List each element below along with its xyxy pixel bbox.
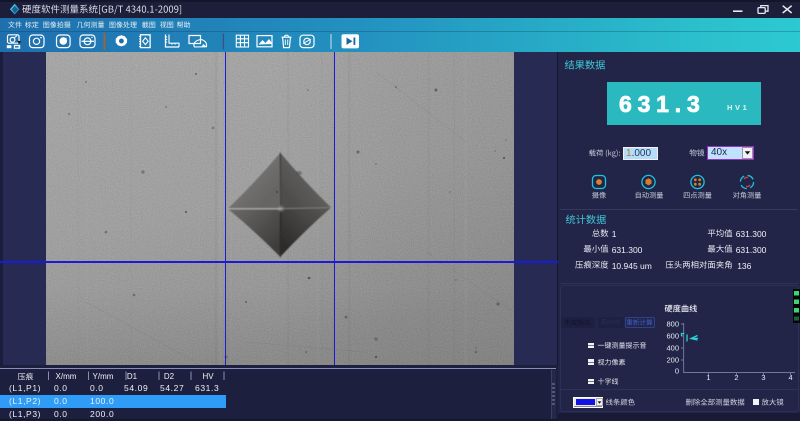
svg-text:400: 400 bbox=[666, 344, 679, 353]
svg-text:(L1,P2): (L1,P2) bbox=[9, 396, 41, 406]
svg-text:4: 4 bbox=[789, 373, 793, 382]
svg-text:D2: D2 bbox=[164, 372, 175, 381]
svg-text:X/mm: X/mm bbox=[56, 372, 77, 381]
svg-text:600: 600 bbox=[666, 332, 679, 341]
svg-text:631.3: 631.3 bbox=[195, 383, 219, 393]
svg-text:200: 200 bbox=[666, 356, 679, 365]
svg-text:(L1,P3): (L1,P3) bbox=[9, 409, 41, 419]
svg-text:0.0: 0.0 bbox=[54, 383, 68, 393]
svg-text:54.27: 54.27 bbox=[160, 383, 184, 393]
svg-text:0: 0 bbox=[675, 367, 679, 376]
svg-text:100.0: 100.0 bbox=[90, 396, 114, 406]
svg-text:D1: D1 bbox=[127, 372, 138, 381]
svg-text:200.0: 200.0 bbox=[90, 409, 114, 419]
svg-text:0.0: 0.0 bbox=[90, 383, 104, 393]
svg-text:2: 2 bbox=[734, 373, 738, 382]
svg-text:0.0: 0.0 bbox=[54, 396, 68, 406]
svg-text:Y/mm: Y/mm bbox=[93, 372, 114, 381]
svg-text:(L1,P1): (L1,P1) bbox=[9, 383, 41, 393]
svg-text:54.09: 54.09 bbox=[124, 383, 148, 393]
svg-text:800: 800 bbox=[666, 320, 679, 329]
svg-text:1: 1 bbox=[706, 373, 710, 382]
svg-text:HV: HV bbox=[202, 372, 214, 381]
svg-text:3: 3 bbox=[761, 373, 765, 382]
svg-text:0.0: 0.0 bbox=[54, 409, 68, 419]
